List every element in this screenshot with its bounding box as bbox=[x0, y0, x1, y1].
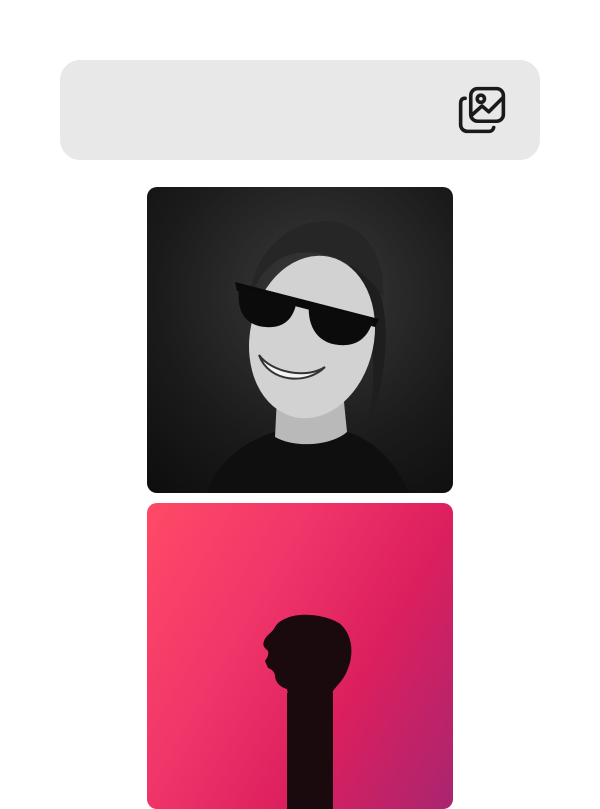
photo-silhouette[interactable] bbox=[147, 503, 453, 809]
silhouette-illustration bbox=[263, 614, 352, 809]
gallery-button[interactable] bbox=[452, 80, 512, 140]
portrait-illustration bbox=[207, 221, 409, 493]
images-icon bbox=[458, 86, 506, 134]
photo-woman-sunglasses[interactable] bbox=[147, 187, 453, 493]
toolbar bbox=[60, 60, 540, 160]
